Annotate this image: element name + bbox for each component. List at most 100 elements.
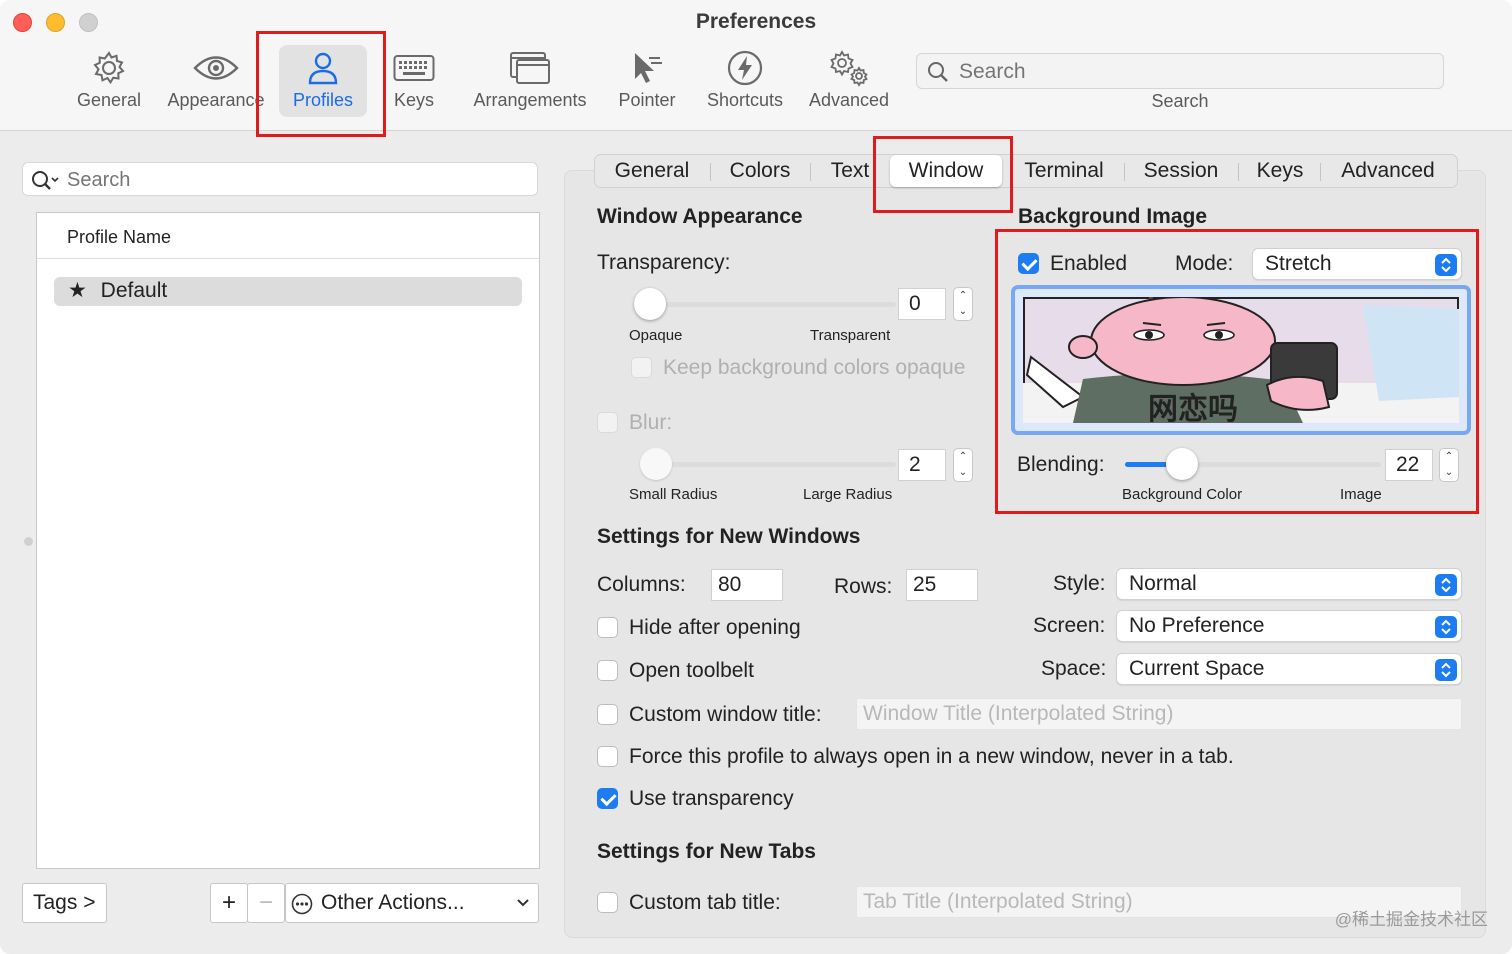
- search-icon: [32, 171, 59, 190]
- window-title: Preferences: [695, 10, 817, 33]
- keep-opaque-label: Keep background colors opaque: [663, 356, 966, 379]
- tab-divider: [1124, 163, 1125, 181]
- profile-list: Profile Name ★ Default: [36, 212, 540, 869]
- preferences-window: Preferences General Appearance Profiles …: [0, 0, 1512, 954]
- screen-label: Screen:: [1033, 614, 1106, 637]
- toolbar-arrangements[interactable]: Arrangements: [468, 48, 592, 120]
- gears-icon: [803, 48, 895, 88]
- transparency-slider-knob[interactable]: [634, 288, 666, 320]
- toolbar: Preferences General Appearance Profiles …: [0, 0, 1512, 131]
- style-value: Normal: [1129, 572, 1197, 595]
- toolbar-advanced[interactable]: Advanced: [803, 48, 895, 120]
- toolbar-appearance[interactable]: Appearance: [162, 48, 270, 120]
- profile-name: Default: [100, 279, 168, 302]
- keep-opaque-checkbox[interactable]: [631, 357, 652, 378]
- eye-icon: [162, 48, 270, 88]
- screen-value: No Preference: [1129, 614, 1265, 637]
- add-profile-button[interactable]: +: [210, 883, 248, 923]
- cursor-icon: [612, 48, 682, 88]
- remove-profile-button[interactable]: −: [247, 883, 285, 923]
- rows-field[interactable]: 25: [906, 569, 978, 601]
- profile-name-header[interactable]: Profile Name: [37, 213, 539, 259]
- split-view-handle[interactable]: [24, 537, 33, 546]
- toolbar-shortcuts[interactable]: Shortcuts: [700, 48, 790, 120]
- watermark: @稀土掘金技术社区: [1334, 910, 1488, 929]
- open-toolbelt-checkbox[interactable]: [597, 660, 618, 681]
- hide-after-opening-checkbox[interactable]: [597, 617, 618, 638]
- updown-chevron-icon: [1435, 616, 1457, 638]
- window-tab-highlight: [873, 136, 1013, 213]
- blur-slider-knob[interactable]: [640, 448, 672, 480]
- profile-row-default[interactable]: ★ Default: [54, 277, 522, 306]
- toolbar-label: General: [76, 90, 142, 110]
- keyboard-icon: [387, 48, 441, 88]
- space-select[interactable]: Current Space: [1116, 653, 1462, 685]
- tab-terminal[interactable]: Terminal: [1014, 155, 1114, 187]
- background-image-heading: Background Image: [1018, 205, 1208, 228]
- transparency-stepper[interactable]: ⌃ ⌄: [953, 287, 973, 321]
- profile-search-input[interactable]: [67, 166, 527, 194]
- tab-divider: [710, 163, 711, 181]
- toolbar-search-input[interactable]: [959, 58, 1429, 86]
- tab-colors[interactable]: Colors: [716, 155, 804, 187]
- toolbar-general[interactable]: General: [70, 48, 148, 120]
- tab-keys[interactable]: Keys: [1246, 155, 1314, 187]
- force-new-window-checkbox[interactable]: [597, 746, 618, 767]
- new-windows-heading: Settings for New Windows: [597, 525, 861, 548]
- toolbar-search-caption: Search: [1151, 91, 1209, 111]
- tab-divider: [1238, 163, 1239, 181]
- new-tabs-heading: Settings for New Tabs: [597, 840, 816, 863]
- use-transparency-checkbox[interactable]: [597, 788, 618, 809]
- blur-stepper[interactable]: ⌃ ⌄: [953, 448, 973, 482]
- space-label: Space:: [1041, 657, 1107, 680]
- tab-advanced[interactable]: Advanced: [1328, 155, 1448, 187]
- search-icon: [928, 62, 948, 82]
- tab-divider: [810, 163, 811, 181]
- toolbar-pointer[interactable]: Pointer: [612, 48, 682, 120]
- tab-general[interactable]: General: [600, 155, 704, 187]
- chevron-down-icon: [517, 899, 529, 907]
- custom-window-title-checkbox[interactable]: [597, 704, 618, 725]
- gear-icon: [70, 48, 148, 88]
- force-new-window-label: Force this profile to always open in a n…: [629, 745, 1234, 768]
- tab-divider: [1320, 163, 1321, 181]
- columns-field[interactable]: 80: [711, 569, 783, 601]
- toolbar-label: Pointer: [618, 90, 676, 110]
- transparency-label: Transparency:: [597, 251, 731, 274]
- transparency-slider-track[interactable]: [650, 302, 896, 307]
- blur-slider-track[interactable]: [656, 462, 896, 467]
- use-transparency-label: Use transparency: [629, 787, 794, 810]
- more-icon: [291, 893, 313, 915]
- other-actions-dropdown[interactable]: Other Actions...: [285, 883, 539, 923]
- blur-min-label: Small Radius: [629, 486, 718, 503]
- toolbar-keys[interactable]: Keys: [387, 48, 441, 120]
- background-image-highlight: [995, 229, 1479, 514]
- tab-session[interactable]: Session: [1134, 155, 1228, 187]
- style-select[interactable]: Normal: [1116, 568, 1462, 600]
- window-appearance-heading: Window Appearance: [597, 205, 803, 228]
- updown-chevron-icon: [1435, 659, 1457, 681]
- toolbar-label: Advanced: [808, 90, 890, 110]
- profile-search-field[interactable]: [22, 162, 538, 196]
- custom-window-title-label: Custom window title:: [629, 703, 822, 726]
- open-toolbelt-label: Open toolbelt: [629, 659, 754, 682]
- transparency-value-field[interactable]: 0: [898, 288, 946, 320]
- blur-value-field[interactable]: 2: [898, 449, 946, 481]
- screen-select[interactable]: No Preference: [1116, 610, 1462, 642]
- tags-button[interactable]: Tags >: [22, 883, 107, 923]
- custom-tab-title-checkbox[interactable]: [597, 892, 618, 913]
- transparency-min-label: Opaque: [629, 327, 683, 344]
- rows-label: Rows:: [834, 575, 893, 598]
- profiles-highlight: [256, 31, 386, 137]
- windows-icon: [468, 48, 592, 88]
- style-label: Style:: [1053, 572, 1106, 595]
- blur-max-label: Large Radius: [803, 486, 893, 503]
- hide-after-opening-label: Hide after opening: [629, 616, 801, 639]
- bolt-icon: [700, 48, 790, 88]
- star-icon: ★: [68, 279, 87, 302]
- window-title-field[interactable]: Window Title (Interpolated String): [856, 698, 1462, 730]
- custom-tab-title-label: Custom tab title:: [629, 891, 781, 914]
- toolbar-label: Keys: [393, 90, 435, 110]
- toolbar-search-field[interactable]: [916, 53, 1444, 89]
- blur-checkbox[interactable]: [597, 412, 618, 433]
